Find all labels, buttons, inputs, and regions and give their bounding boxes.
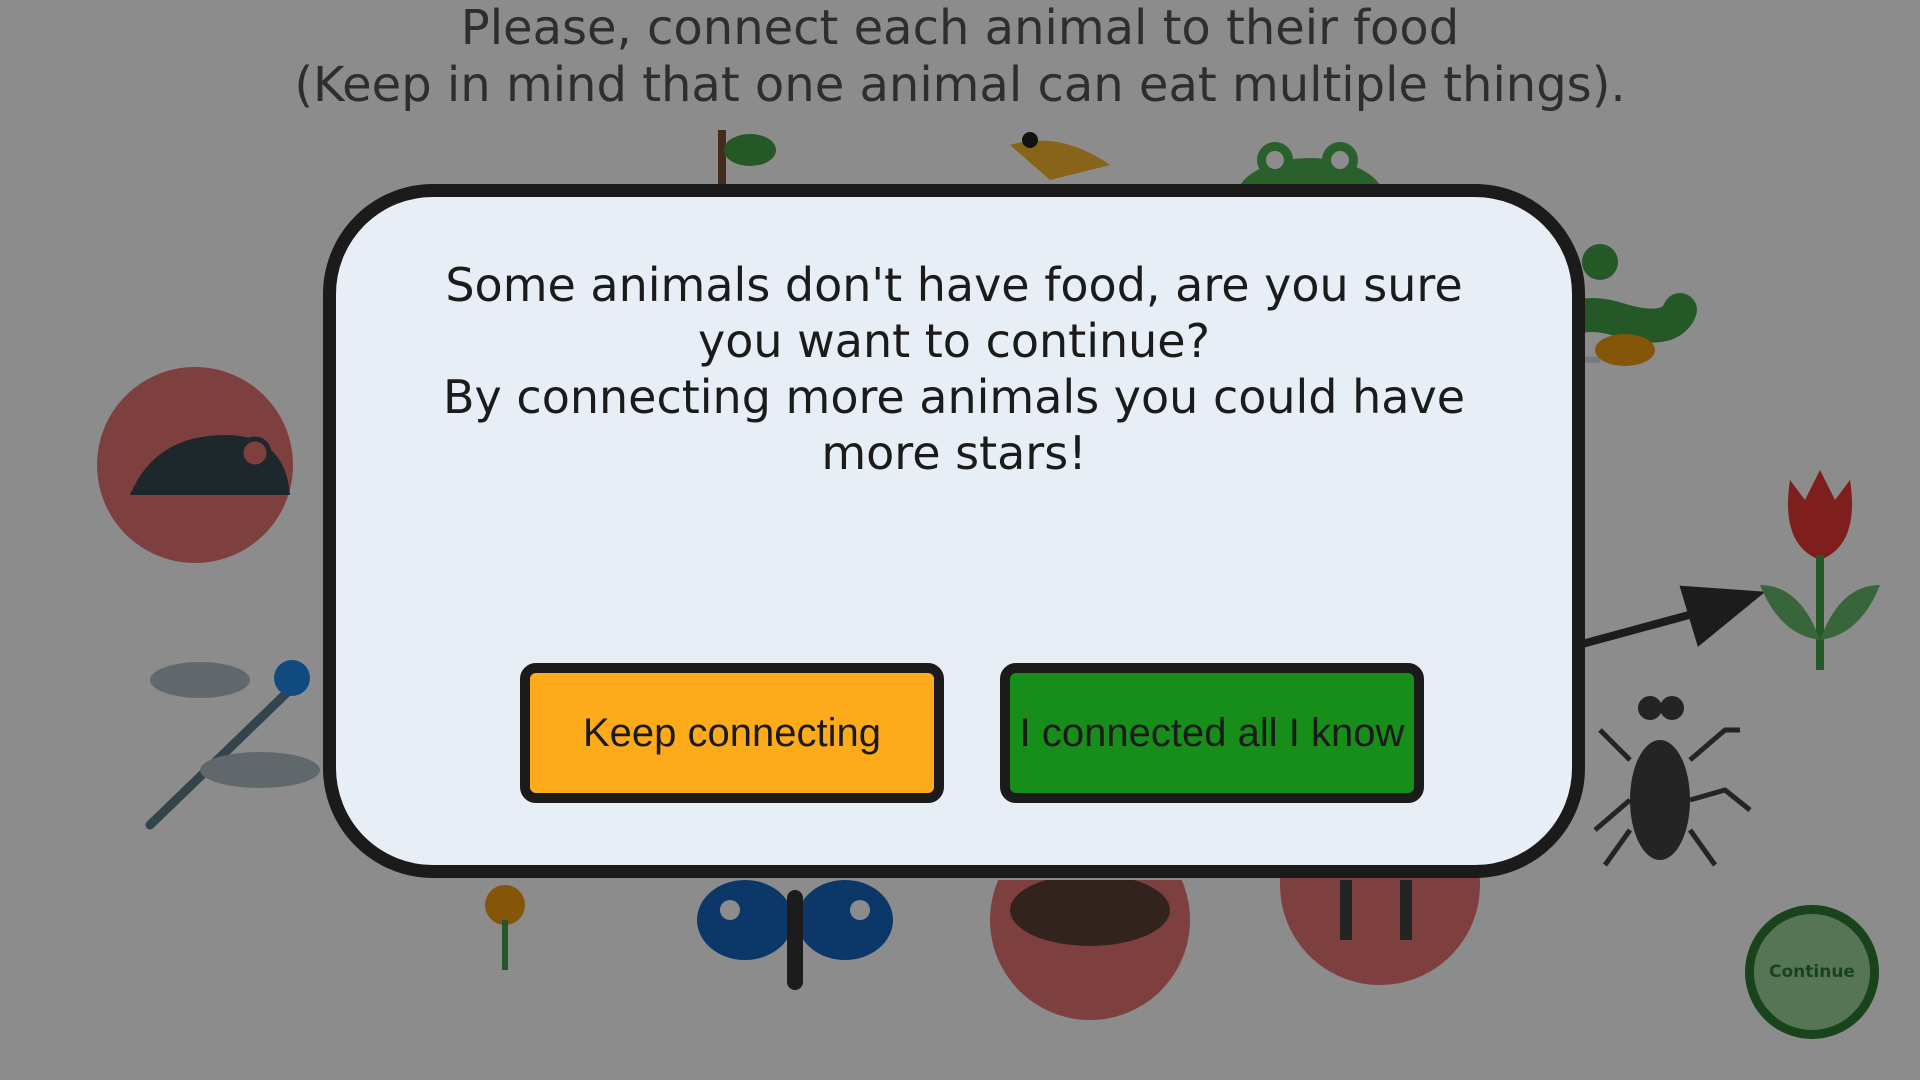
confirm-dialog: Some animals don't have food, are you su…: [323, 184, 1585, 878]
dialog-message-line-2: By connecting more animals you could hav…: [443, 370, 1465, 480]
connected-all-button[interactable]: I connected all I know: [1000, 663, 1424, 803]
dialog-message-line-1: Some animals don't have food, are you su…: [445, 258, 1463, 368]
dialog-message: Some animals don't have food, are you su…: [396, 257, 1512, 481]
keep-connecting-button[interactable]: Keep connecting: [520, 663, 944, 803]
game-screen: Please, connect each animal to their foo…: [0, 0, 1920, 1080]
connected-all-label: I connected all I know: [1019, 710, 1405, 755]
keep-connecting-label: Keep connecting: [582, 710, 881, 755]
